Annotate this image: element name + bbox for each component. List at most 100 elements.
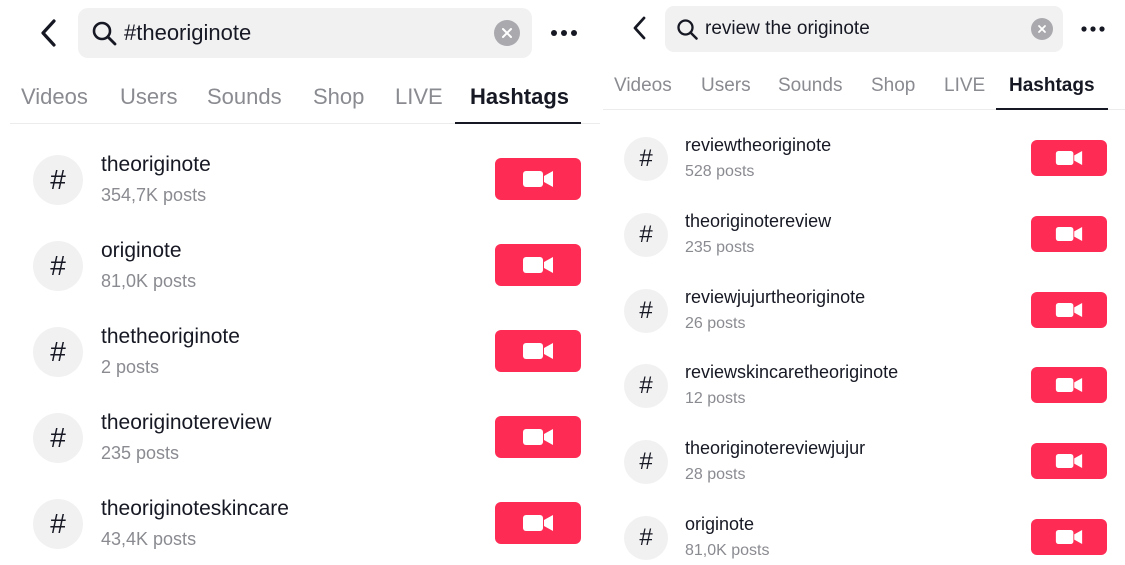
- record-button[interactable]: [495, 244, 581, 286]
- tab-hashtags[interactable]: Hashtags: [1009, 75, 1095, 97]
- hashtag-icon: #: [624, 516, 668, 560]
- hashtag-name: originote: [685, 514, 755, 534]
- tab-sounds[interactable]: Sounds: [207, 84, 282, 110]
- hashtag-row[interactable]: # theoriginotereview 235 posts: [603, 210, 1125, 260]
- hashtag-post-count: 528 posts: [685, 163, 755, 180]
- more-icon: [1081, 26, 1105, 32]
- record-button[interactable]: [1031, 367, 1107, 403]
- clear-icon: [1038, 25, 1046, 33]
- hashtag-name: thetheoriginote: [101, 325, 240, 348]
- video-camera-icon: [1055, 303, 1083, 317]
- video-camera-icon: [523, 429, 553, 445]
- hashtag-name: theoriginotereviewjujur: [685, 438, 866, 458]
- video-camera-icon: [523, 515, 553, 531]
- tab-sounds[interactable]: Sounds: [778, 75, 842, 97]
- search-input[interactable]: #theoriginote: [124, 20, 251, 46]
- hashtag-post-count: 43,4K posts: [101, 529, 197, 549]
- hashtag-name: reviewtheoriginote: [685, 135, 832, 155]
- hashtag-post-count: 235 posts: [101, 443, 180, 463]
- chevron-left-icon: [41, 19, 56, 47]
- hashtag-row[interactable]: # originote 81,0K posts: [0, 236, 600, 296]
- hashtag-name: theoriginoteskincare: [101, 497, 289, 520]
- back-button[interactable]: [626, 13, 654, 43]
- hashtag-post-count: 354,7K posts: [101, 185, 207, 205]
- more-icon: [551, 30, 577, 36]
- video-camera-icon: [1055, 151, 1083, 165]
- tab-users[interactable]: Users: [701, 75, 751, 97]
- more-options-button[interactable]: [1077, 18, 1109, 40]
- search-icon: [90, 19, 118, 47]
- hashtag-row[interactable]: # theoriginoteskincare 43,4K posts: [0, 494, 600, 554]
- hashtag-post-count: 28 posts: [685, 466, 746, 483]
- hashtag-name: reviewjujurtheoriginote: [685, 287, 866, 307]
- tab-live[interactable]: LIVE: [395, 84, 443, 110]
- hashtag-post-count: 81,0K posts: [101, 271, 197, 291]
- right-screen: review the originote Videos Users Sounds…: [603, 0, 1125, 565]
- back-button[interactable]: [32, 16, 66, 50]
- tab-users[interactable]: Users: [120, 84, 177, 110]
- video-camera-icon: [523, 343, 553, 359]
- video-camera-icon: [523, 171, 553, 187]
- record-button[interactable]: [1031, 140, 1107, 176]
- hashtag-post-count: 81,0K posts: [685, 542, 770, 559]
- video-camera-icon: [1055, 454, 1083, 468]
- hashtag-icon: #: [33, 413, 83, 463]
- hashtag-name: originote: [101, 239, 182, 262]
- record-button[interactable]: [1031, 216, 1107, 252]
- hashtag-row[interactable]: # originote 81,0K posts: [603, 513, 1125, 563]
- tab-shop[interactable]: Shop: [871, 75, 915, 97]
- hashtag-post-count: 235 posts: [685, 239, 755, 256]
- video-camera-icon: [523, 257, 553, 273]
- hashtag-row[interactable]: # theoriginote 354,7K posts: [0, 150, 600, 210]
- hashtag-icon: #: [624, 213, 668, 257]
- search-tabs: Videos Users Sounds Shop LIVE Hashtags: [603, 62, 1125, 110]
- clear-search-button[interactable]: [1031, 18, 1053, 40]
- video-camera-icon: [1055, 530, 1083, 544]
- record-button[interactable]: [1031, 519, 1107, 555]
- hashtag-icon: #: [624, 440, 668, 484]
- left-screen: #theoriginote Videos Users Sounds Shop L…: [0, 0, 600, 565]
- hashtag-name: theoriginote: [101, 153, 211, 176]
- record-button[interactable]: [495, 502, 581, 544]
- search-bar[interactable]: #theoriginote: [78, 8, 532, 58]
- tab-shop[interactable]: Shop: [313, 84, 364, 110]
- search-icon: [675, 17, 699, 41]
- search-bar[interactable]: review the originote: [665, 6, 1063, 52]
- search-input[interactable]: review the originote: [705, 18, 870, 40]
- video-camera-icon: [1055, 378, 1083, 392]
- tab-hashtags[interactable]: Hashtags: [470, 84, 569, 110]
- hashtag-row[interactable]: # thetheoriginote 2 posts: [0, 322, 600, 382]
- record-button[interactable]: [495, 330, 581, 372]
- chevron-left-icon: [633, 16, 646, 40]
- hashtag-icon: #: [33, 327, 83, 377]
- hashtag-row[interactable]: # reviewtheoriginote 528 posts: [603, 134, 1125, 184]
- hashtag-name: reviewskincaretheoriginote: [685, 362, 899, 382]
- active-tab-indicator: [996, 108, 1108, 110]
- record-button[interactable]: [1031, 292, 1107, 328]
- hashtag-icon: #: [33, 499, 83, 549]
- hashtag-row[interactable]: # reviewskincaretheoriginote 12 posts: [603, 361, 1125, 411]
- hashtag-row[interactable]: # theoriginotereview 235 posts: [0, 408, 600, 468]
- hashtag-icon: #: [33, 241, 83, 291]
- hashtag-row[interactable]: # reviewjujurtheoriginote 26 posts: [603, 286, 1125, 336]
- hashtag-icon: #: [624, 137, 668, 181]
- active-tab-indicator: [455, 122, 581, 124]
- clear-search-button[interactable]: [494, 20, 520, 46]
- hashtag-icon: #: [624, 289, 668, 333]
- tab-videos[interactable]: Videos: [614, 75, 672, 97]
- hashtag-post-count: 12 posts: [685, 390, 746, 407]
- search-tabs: Videos Users Sounds Shop LIVE Hashtags: [10, 70, 600, 124]
- more-options-button[interactable]: [546, 20, 582, 46]
- hashtag-icon: #: [33, 155, 83, 205]
- hashtag-row[interactable]: # theoriginotereviewjujur 28 posts: [603, 437, 1125, 487]
- tab-videos[interactable]: Videos: [21, 84, 88, 110]
- hashtag-post-count: 2 posts: [101, 357, 160, 377]
- record-button[interactable]: [1031, 443, 1107, 479]
- tab-live[interactable]: LIVE: [944, 75, 985, 97]
- clear-icon: [502, 28, 512, 38]
- record-button[interactable]: [495, 158, 581, 200]
- hashtag-name: theoriginotereview: [101, 411, 272, 434]
- hashtag-icon: #: [624, 364, 668, 408]
- hashtag-post-count: 26 posts: [685, 315, 746, 332]
- record-button[interactable]: [495, 416, 581, 458]
